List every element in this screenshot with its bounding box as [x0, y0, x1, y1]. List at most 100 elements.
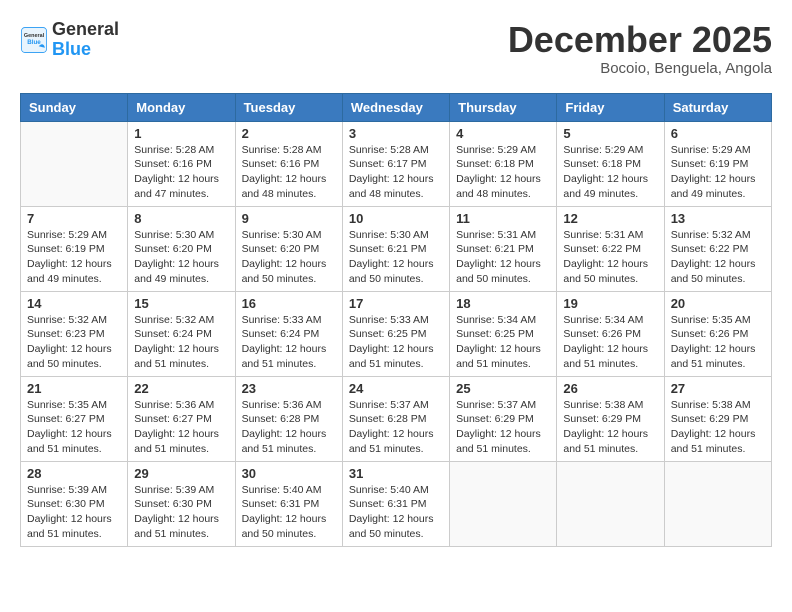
calendar-cell: 3 Sunrise: 5:28 AMSunset: 6:17 PMDaylight… [342, 121, 449, 206]
day-number: 15 [134, 296, 228, 311]
day-info: Sunrise: 5:40 AMSunset: 6:31 PMDaylight:… [242, 483, 336, 542]
day-info: Sunrise: 5:37 AMSunset: 6:28 PMDaylight:… [349, 398, 443, 457]
day-info: Sunrise: 5:31 AMSunset: 6:21 PMDaylight:… [456, 228, 550, 287]
day-info: Sunrise: 5:35 AMSunset: 6:26 PMDaylight:… [671, 313, 765, 372]
calendar-cell: 6 Sunrise: 5:29 AMSunset: 6:19 PMDaylight… [664, 121, 771, 206]
calendar-header-tuesday: Tuesday [235, 93, 342, 121]
day-number: 10 [349, 211, 443, 226]
day-info: Sunrise: 5:36 AMSunset: 6:28 PMDaylight:… [242, 398, 336, 457]
day-number: 4 [456, 126, 550, 141]
week-row-5: 28Sunrise: 5:39 AMSunset: 6:30 PMDayligh… [21, 461, 772, 546]
day-number: 2 [242, 126, 336, 141]
calendar-header-wednesday: Wednesday [342, 93, 449, 121]
calendar-cell: 18 Sunrise: 5:34 AMSunset: 6:25 PMDayligh… [450, 291, 557, 376]
calendar-cell: 5 Sunrise: 5:29 AMSunset: 6:18 PMDaylight… [557, 121, 664, 206]
week-row-3: 14 Sunrise: 5:32 AMSunset: 6:23 PMDayligh… [21, 291, 772, 376]
calendar-cell: 14 Sunrise: 5:32 AMSunset: 6:23 PMDayligh… [21, 291, 128, 376]
day-info: Sunrise: 5:34 AMSunset: 6:26 PMDaylight:… [563, 313, 657, 372]
calendar-cell: 19 Sunrise: 5:34 AMSunset: 6:26 PMDayligh… [557, 291, 664, 376]
calendar-cell: 31 Sunrise: 5:40 AMSunset: 6:31 PMDayligh… [342, 461, 449, 546]
day-number: 6 [671, 126, 765, 141]
day-info: Sunrise: 5:30 AMSunset: 6:21 PMDaylight:… [349, 228, 443, 287]
calendar-header-row: SundayMondayTuesdayWednesdayThursdayFrid… [21, 93, 772, 121]
calendar-cell: 15 Sunrise: 5:32 AMSunset: 6:24 PMDayligh… [128, 291, 235, 376]
month-title: December 2025 [508, 20, 772, 60]
day-number: 19 [563, 296, 657, 311]
day-info: Sunrise: 5:29 AMSunset: 6:18 PMDaylight:… [563, 143, 657, 202]
day-info: Sunrise: 5:32 AMSunset: 6:24 PMDaylight:… [134, 313, 228, 372]
day-info: Sunrise: 5:40 AMSunset: 6:31 PMDaylight:… [349, 483, 443, 542]
day-number: 27 [671, 381, 765, 396]
calendar-cell: 9 Sunrise: 5:30 AMSunset: 6:20 PMDaylight… [235, 206, 342, 291]
day-info: Sunrise: 5:30 AMSunset: 6:20 PMDaylight:… [242, 228, 336, 287]
logo-blue: Blue [52, 40, 119, 60]
day-number: 31 [349, 466, 443, 481]
calendar-header-thursday: Thursday [450, 93, 557, 121]
logo-icon: General Blue [20, 26, 48, 54]
calendar: SundayMondayTuesdayWednesdayThursdayFrid… [20, 93, 772, 547]
logo-general: General [52, 20, 119, 40]
day-number: 25 [456, 381, 550, 396]
day-info: Sunrise: 5:32 AMSunset: 6:23 PMDaylight:… [27, 313, 121, 372]
day-number: 16 [242, 296, 336, 311]
calendar-cell: 28Sunrise: 5:39 AMSunset: 6:30 PMDayligh… [21, 461, 128, 546]
calendar-cell [21, 121, 128, 206]
calendar-cell: 2 Sunrise: 5:28 AMSunset: 6:16 PMDaylight… [235, 121, 342, 206]
day-info: Sunrise: 5:39 AMSunset: 6:30 PMDaylight:… [27, 483, 121, 542]
day-number: 18 [456, 296, 550, 311]
day-number: 24 [349, 381, 443, 396]
day-info: Sunrise: 5:37 AMSunset: 6:29 PMDaylight:… [456, 398, 550, 457]
day-number: 9 [242, 211, 336, 226]
day-info: Sunrise: 5:34 AMSunset: 6:25 PMDaylight:… [456, 313, 550, 372]
calendar-cell: 25 Sunrise: 5:37 AMSunset: 6:29 PMDayligh… [450, 376, 557, 461]
day-number: 23 [242, 381, 336, 396]
day-number: 7 [27, 211, 121, 226]
day-info: Sunrise: 5:38 AMSunset: 6:29 PMDaylight:… [671, 398, 765, 457]
calendar-cell: 21Sunrise: 5:35 AMSunset: 6:27 PMDayligh… [21, 376, 128, 461]
day-info: Sunrise: 5:30 AMSunset: 6:20 PMDaylight:… [134, 228, 228, 287]
day-info: Sunrise: 5:38 AMSunset: 6:29 PMDaylight:… [563, 398, 657, 457]
calendar-cell: 20Sunrise: 5:35 AMSunset: 6:26 PMDayligh… [664, 291, 771, 376]
calendar-cell [450, 461, 557, 546]
calendar-header-saturday: Saturday [664, 93, 771, 121]
day-number: 14 [27, 296, 121, 311]
logo-text: General Blue [52, 20, 119, 60]
calendar-cell: 30 Sunrise: 5:40 AMSunset: 6:31 PMDayligh… [235, 461, 342, 546]
day-number: 13 [671, 211, 765, 226]
day-info: Sunrise: 5:33 AMSunset: 6:24 PMDaylight:… [242, 313, 336, 372]
calendar-cell: 1Sunrise: 5:28 AMSunset: 6:16 PMDaylight… [128, 121, 235, 206]
calendar-cell: 23 Sunrise: 5:36 AMSunset: 6:28 PMDayligh… [235, 376, 342, 461]
day-number: 3 [349, 126, 443, 141]
week-row-2: 7Sunrise: 5:29 AMSunset: 6:19 PMDaylight… [21, 206, 772, 291]
calendar-header-sunday: Sunday [21, 93, 128, 121]
calendar-header-friday: Friday [557, 93, 664, 121]
calendar-cell: 12Sunrise: 5:31 AMSunset: 6:22 PMDayligh… [557, 206, 664, 291]
day-info: Sunrise: 5:31 AMSunset: 6:22 PMDaylight:… [563, 228, 657, 287]
day-info: Sunrise: 5:28 AMSunset: 6:16 PMDaylight:… [242, 143, 336, 202]
logo: General Blue General Blue [20, 20, 119, 60]
location: Bocoio, Benguela, Angola [508, 60, 772, 77]
day-info: Sunrise: 5:28 AMSunset: 6:17 PMDaylight:… [349, 143, 443, 202]
calendar-cell: 7Sunrise: 5:29 AMSunset: 6:19 PMDaylight… [21, 206, 128, 291]
day-number: 5 [563, 126, 657, 141]
calendar-cell: 16 Sunrise: 5:33 AMSunset: 6:24 PMDayligh… [235, 291, 342, 376]
week-row-1: 1 Sunrise: 5:28 AMSunset: 6:16 PMDaylight… [21, 121, 772, 206]
day-number: 22 [134, 381, 228, 396]
svg-text:General: General [24, 33, 45, 39]
calendar-cell: 22 Sunrise: 5:36 AMSunset: 6:27 PMDayligh… [128, 376, 235, 461]
calendar-cell: 24 Sunrise: 5:37 AMSunset: 6:28 PMDayligh… [342, 376, 449, 461]
day-number: 30 [242, 466, 336, 481]
week-row-4: 21Sunrise: 5:35 AMSunset: 6:27 PMDayligh… [21, 376, 772, 461]
calendar-cell: 27 Sunrise: 5:38 AMSunset: 6:29 PMDayligh… [664, 376, 771, 461]
day-info: Sunrise: 5:36 AMSunset: 6:27 PMDaylight:… [134, 398, 228, 457]
day-info: Sunrise: 5:39 AMSunset: 6:30 PMDaylight:… [134, 483, 228, 542]
day-info: Sunrise: 5:32 AMSunset: 6:22 PMDaylight:… [671, 228, 765, 287]
day-number: 17 [349, 296, 443, 311]
calendar-cell: 8Sunrise: 5:30 AMSunset: 6:20 PMDaylight… [128, 206, 235, 291]
calendar-cell: 26 Sunrise: 5:38 AMSunset: 6:29 PMDayligh… [557, 376, 664, 461]
day-number: 26 [563, 381, 657, 396]
day-number: 11 [456, 211, 550, 226]
day-number: 1 [134, 126, 228, 141]
day-info: Sunrise: 5:29 AMSunset: 6:19 PMDaylight:… [671, 143, 765, 202]
day-info: Sunrise: 5:29 AMSunset: 6:18 PMDaylight:… [456, 143, 550, 202]
